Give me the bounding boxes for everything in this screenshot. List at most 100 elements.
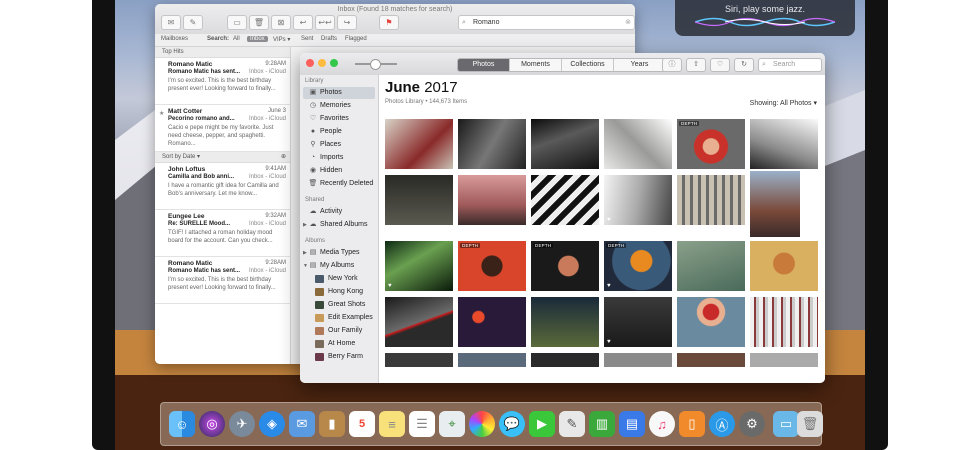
info-icon[interactable]: ⓘ (662, 58, 682, 72)
music-icon[interactable]: ♫ (649, 411, 675, 437)
reply-all-icon[interactable]: ↩↩ (315, 15, 335, 30)
siri-panel[interactable]: Siri, play some jazz. (675, 0, 855, 36)
trash-icon[interactable]: 🗑 (249, 15, 269, 30)
junk-icon[interactable]: ⊠ (271, 15, 291, 30)
zoom-window-button[interactable] (330, 59, 338, 67)
zoom-slider-handle[interactable] (370, 59, 381, 70)
finder-icon[interactable]: ☺ (169, 411, 195, 437)
album-great-shots[interactable]: Great Shots (303, 299, 375, 311)
sidebar-item-my-albums[interactable]: ▼ ▤ My Albums (303, 260, 375, 272)
photo-thumbnail[interactable] (677, 175, 745, 225)
photo-thumbnail[interactable] (531, 119, 599, 169)
maps-icon[interactable]: ⌖ (439, 411, 465, 437)
disclosure-triangle-icon[interactable]: ▶ (303, 247, 307, 259)
photo-thumbnail[interactable] (531, 297, 599, 347)
album-edit-examples[interactable]: Edit Examples (303, 312, 375, 324)
photo-thumbnail[interactable] (604, 119, 672, 169)
message-row[interactable]: John Loftus 9:41AM Camilla and Bob anni.… (155, 163, 290, 210)
photo-thumbnail[interactable]: DEPTH (458, 241, 526, 291)
photo-thumbnail[interactable] (677, 297, 745, 347)
mail-icon[interactable]: ✉ (289, 411, 315, 437)
reminders-icon[interactable]: ☰ (409, 411, 435, 437)
facetime-icon[interactable]: ▶ (529, 411, 555, 437)
reply-icon[interactable]: ↩ (293, 15, 313, 30)
photo-thumbnail[interactable] (385, 119, 453, 169)
sidebar-item-recently-deleted[interactable]: 🗑 Recently Deleted (303, 178, 375, 190)
calendar-icon[interactable]: 5 (349, 411, 375, 437)
photo-thumbnail[interactable] (458, 175, 526, 225)
sidebar-item-favorites[interactable]: ♡ Favorites (303, 113, 375, 125)
photo-thumbnail[interactable] (458, 119, 526, 169)
sidebar-item-shared-albums[interactable]: ▶ ☁ Shared Albums (303, 219, 375, 231)
forward-icon[interactable]: ↪ (337, 15, 357, 30)
favorite-heart-icon[interactable]: ♥ (607, 283, 611, 289)
siri-icon[interactable]: ◎ (199, 411, 225, 437)
photo-thumbnail[interactable] (750, 241, 818, 291)
sidebar-item-activity[interactable]: ☁ Activity (303, 206, 375, 218)
message-row[interactable]: Romano Matic 9:28AM Romano Matic has sen… (155, 58, 290, 105)
photo-thumbnail[interactable] (677, 353, 745, 367)
sidebar-item-media-types[interactable]: ▶ ▤ Media Types (303, 247, 375, 259)
album-hong-kong[interactable]: Hong Kong (303, 286, 375, 298)
flag-icon[interactable]: ⚑ (379, 15, 399, 30)
photo-thumbnail[interactable]: ♥ (604, 297, 672, 347)
message-row[interactable]: ★ Matt Cotter June 3 Pecorino romano and… (155, 105, 290, 152)
favorite-heart-icon[interactable]: ♥ (607, 217, 611, 223)
favorite-heart-icon[interactable]: ♡ (710, 58, 730, 72)
photo-thumbnail[interactable]: DEPTH (531, 241, 599, 291)
trash-icon[interactable]: 🗑 (797, 411, 823, 437)
photo-thumbnail[interactable] (604, 353, 672, 367)
tab-moments[interactable]: Moments (510, 59, 562, 71)
photo-thumbnail[interactable] (531, 175, 599, 225)
photos-app-icon[interactable] (469, 411, 495, 437)
photo-thumbnail[interactable] (750, 297, 818, 347)
message-row[interactable]: Romano Matic 9:28AM Romano Matic has sen… (155, 257, 290, 304)
scope-all[interactable]: All (233, 36, 240, 42)
downloads-folder-icon[interactable]: ▭ (773, 411, 799, 437)
photo-thumbnail[interactable] (458, 353, 526, 367)
tab-photos[interactable]: Photos (458, 59, 510, 71)
books-icon[interactable]: ▯ (679, 411, 705, 437)
photos-search-field[interactable]: ⌕ Search (758, 58, 822, 72)
compose-icon[interactable]: ✎ (183, 15, 203, 30)
album-berry-farm[interactable]: Berry Farm (303, 351, 375, 363)
photo-thumbnail[interactable]: DEPTH (677, 119, 745, 169)
photo-thumbnail[interactable] (458, 297, 526, 347)
photo-thumbnail[interactable]: ♥ (604, 175, 672, 225)
photo-thumbnail[interactable] (750, 353, 818, 367)
archive-icon[interactable]: ▭ (227, 15, 247, 30)
app-store-icon[interactable]: Ⓐ (709, 411, 735, 437)
get-mail-icon[interactable]: ✉ (161, 15, 181, 30)
sidebar-item-people[interactable]: ● People (303, 126, 375, 138)
close-window-button[interactable] (306, 59, 314, 67)
favorite-heart-icon[interactable]: ♥ (607, 339, 611, 345)
keynote-icon[interactable]: ▤ (619, 411, 645, 437)
launchpad-icon[interactable]: ✈ (229, 411, 255, 437)
rotate-icon[interactable]: ↻ (734, 58, 754, 72)
disclosure-triangle-icon[interactable]: ▶ (303, 219, 307, 231)
sidebar-item-hidden[interactable]: ◉ Hidden (303, 165, 375, 177)
sidebar-item-photos[interactable]: ▣ Photos (303, 87, 375, 99)
messages-icon[interactable]: 💬 (499, 411, 525, 437)
minimize-window-button[interactable] (318, 59, 326, 67)
photo-thumbnail[interactable] (750, 119, 818, 169)
mailboxes-button[interactable]: Mailboxes (161, 36, 188, 42)
album-new-york[interactable]: New York (303, 273, 375, 285)
album-our-family[interactable]: Our Family (303, 325, 375, 337)
sidebar-item-places[interactable]: ⚲ Places (303, 139, 375, 151)
safari-icon[interactable]: ◈ (259, 411, 285, 437)
photo-thumbnail[interactable] (385, 353, 453, 367)
scope-inbox[interactable]: Inbox (247, 36, 268, 42)
photo-thumbnail[interactable]: ♥ (385, 241, 453, 291)
contacts-icon[interactable]: ▮ (319, 411, 345, 437)
photo-thumbnail[interactable] (385, 175, 453, 225)
scope-sent[interactable]: Sent (301, 36, 313, 42)
photo-thumbnail[interactable] (531, 353, 599, 367)
system-preferences-icon[interactable]: ⚙ (739, 411, 765, 437)
sort-by-date-header[interactable]: Sort by Date ▾ ⊕ (155, 152, 290, 163)
add-icon[interactable]: ⊕ (281, 152, 286, 162)
sidebar-item-imports[interactable]: ◔ Imports (303, 152, 375, 164)
share-icon[interactable]: ⇧ (686, 58, 706, 72)
photo-thumbnail[interactable] (677, 241, 745, 291)
notes-icon[interactable]: ≡ (379, 411, 405, 437)
